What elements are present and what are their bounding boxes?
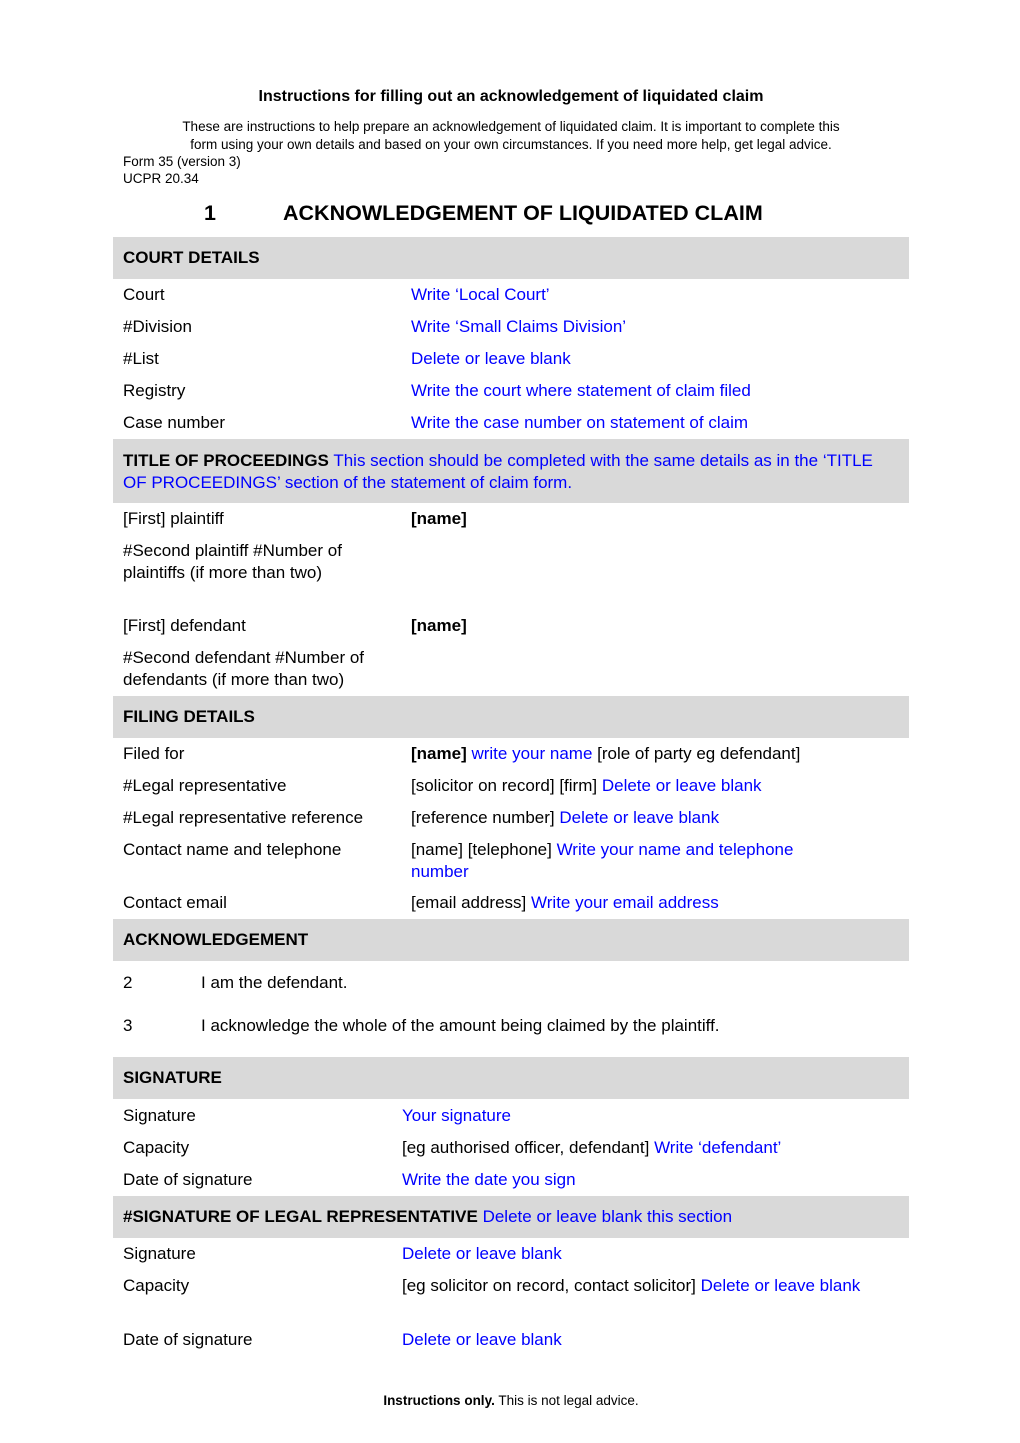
field-label: Date of signature [123, 1170, 253, 1189]
paragraph-number: 2 [123, 973, 133, 992]
placeholder-name: [name] [411, 744, 467, 763]
field-hint: Delete or leave blank [700, 1276, 861, 1295]
field-prefix: [eg solicitor on record, contact solicit… [402, 1276, 696, 1295]
field-hint: write your name [471, 744, 593, 763]
paragraph-text: I am the defendant. [201, 973, 348, 992]
field-label: Capacity [123, 1276, 190, 1295]
field-label: Filed for [123, 744, 185, 763]
field-label: #Second plaintiff #Number of plaintiffs … [123, 541, 342, 582]
title-of-proceedings-header: TITLE OF PROCEEDINGS This section should… [113, 439, 909, 503]
band-title: #SIGNATURE OF LEGAL REPRESENTATIVE [123, 1207, 478, 1226]
heading-number: 1 [204, 201, 216, 225]
field-value: [solicitor on record] [firm] Delete or l… [411, 775, 901, 797]
field-value: [name] [telephone] Write your name and t… [411, 839, 851, 883]
intro-line: These are instructions to help prepare a… [182, 119, 840, 134]
field-value: [name] [411, 616, 467, 635]
field-prefix: [name] [telephone] [411, 840, 552, 859]
field-label: Case number [123, 413, 226, 432]
paragraph-text: I acknowledge the whole of the amount be… [201, 1016, 720, 1035]
field-label: #Legal representative [123, 776, 287, 795]
field-hint: Delete or leave blank [601, 776, 762, 795]
field-prefix: [solicitor on record] [firm] [411, 776, 598, 795]
field-hint: Write the court where statement of claim… [411, 381, 751, 400]
footer-text: This is not legal advice. [498, 1393, 639, 1408]
court-details-header: COURT DETAILS [113, 237, 909, 279]
field-hint: Write the date you sign [402, 1170, 576, 1189]
field-label: [First] plaintiff [123, 509, 224, 528]
signature-header: SIGNATURE [113, 1057, 909, 1099]
field-hint: Delete or leave blank [402, 1244, 562, 1263]
intro-text: These are instructions to help prepare a… [113, 118, 909, 153]
field-label: Signature [123, 1244, 196, 1263]
field-label: [First] defendant [123, 616, 246, 635]
field-hint: Write ‘Small Claims Division’ [411, 317, 627, 336]
footer-bold: Instructions only. [383, 1393, 495, 1408]
field-label: Date of signature [123, 1330, 253, 1349]
field-value: [name] [411, 509, 467, 528]
field-hint: Write ‘defendant’ [654, 1138, 782, 1157]
field-value: [reference number] Delete or leave blank [411, 807, 901, 829]
field-label: Signature [123, 1106, 196, 1125]
field-value: [email address] Write your email address [411, 892, 901, 914]
band-note: Delete or leave blank this section [482, 1207, 733, 1226]
form-number: Form 35 (version 3) [123, 154, 241, 169]
band-title: ACKNOWLEDGEMENT [123, 930, 309, 949]
intro-line: form using your own details and based on… [190, 136, 832, 152]
field-label: Contact email [123, 893, 227, 912]
band-title: COURT DETAILS [123, 248, 260, 267]
heading-text: ACKNOWLEDGEMENT OF LIQUIDATED CLAIM [283, 201, 763, 225]
filing-details-header: FILING DETAILS [113, 696, 909, 738]
field-label: #List [123, 349, 159, 368]
band-title: TITLE OF PROCEEDINGS [123, 451, 329, 470]
field-label: #Second defendant #Number of defendants … [123, 648, 365, 689]
field-hint: Delete or leave blank [411, 349, 571, 368]
field-hint: Delete or leave blank [402, 1330, 562, 1349]
rule-reference: UCPR 20.34 [123, 171, 199, 186]
document-title: Instructions for filling out an acknowle… [258, 88, 764, 105]
field-label: Contact name and telephone [123, 840, 342, 859]
field-label: #Legal representative reference [123, 808, 364, 827]
field-prefix: [reference number] [411, 808, 555, 827]
field-prefix: [email address] [411, 893, 527, 912]
band-title: SIGNATURE [123, 1068, 222, 1087]
field-prefix: [eg authorised officer, defendant] [402, 1138, 650, 1157]
band-title: FILING DETAILS [123, 707, 255, 726]
form-meta: Form 35 (version 3) UCPR 20.34 [123, 153, 241, 187]
field-label: Registry [123, 381, 186, 400]
field-hint: Write ‘Local Court’ [411, 285, 550, 304]
field-value: [eg authorised officer, defendant] Write… [402, 1137, 901, 1159]
field-hint: Your signature [402, 1106, 512, 1125]
field-label: #Division [123, 317, 192, 336]
field-hint: Write the case number on statement of cl… [411, 413, 749, 432]
acknowledgement-header: ACKNOWLEDGEMENT [113, 919, 909, 961]
legal-rep-signature-header: #SIGNATURE OF LEGAL REPRESENTATIVE Delet… [113, 1196, 909, 1238]
field-hint: Write your email address [531, 893, 719, 912]
field-label: Court [123, 285, 165, 304]
paragraph-number: 3 [123, 1016, 133, 1035]
footer: Instructions only. This is not legal adv… [113, 1392, 909, 1409]
field-hint: Delete or leave blank [559, 808, 720, 827]
field-suffix: [role of party eg defendant] [597, 744, 801, 763]
field-value: [eg solicitor on record, contact solicit… [402, 1275, 872, 1297]
field-value: [name] write your name [role of party eg… [411, 743, 901, 765]
field-label: Capacity [123, 1138, 190, 1157]
